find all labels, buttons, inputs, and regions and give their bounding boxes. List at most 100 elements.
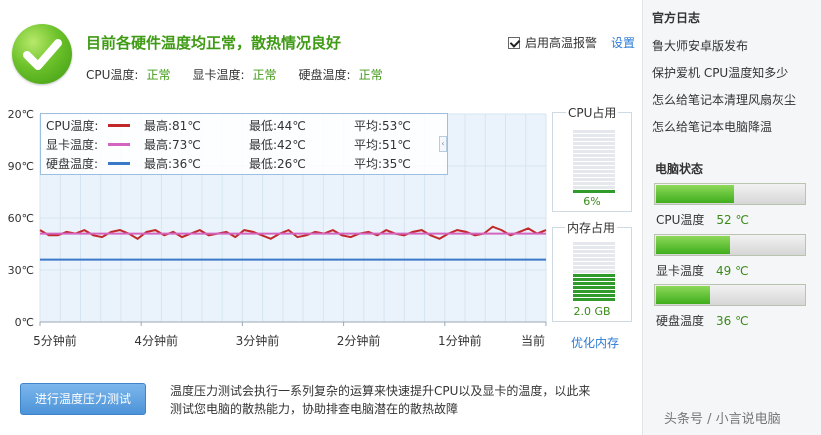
disk-temp-status-label: 硬盘温度 <box>656 314 705 328</box>
cpu-temp-status: 正常 <box>146 68 171 82</box>
alarm-label: 启用高温报警 <box>525 36 598 50</box>
gauge-segment <box>573 242 615 245</box>
disk-temp-status-row: 硬盘温度 36 ℃ <box>656 312 749 329</box>
gauge-segment <box>573 182 615 185</box>
gauge-segment <box>573 138 615 141</box>
gauge-segment <box>573 246 615 249</box>
cpu-temp-status-label: CPU温度 <box>656 213 705 227</box>
gauge-segment <box>573 130 615 133</box>
gauge-segment-lit <box>573 294 615 297</box>
disk-temp-bar-fill <box>656 286 710 304</box>
gauge-segment-lit <box>573 190 615 193</box>
alarm-checkbox[interactable] <box>508 36 520 49</box>
gauge-segment-lit <box>573 286 615 289</box>
gpu-temp-bar <box>654 234 806 256</box>
memory-usage-value: 2.0 GB <box>573 305 611 318</box>
settings-link[interactable]: 设置 <box>611 34 635 51</box>
temperature-panel: 目前各硬件温度均正常，散热情况良好 CPU温度: 正常 显卡温度: 正常 硬盘温… <box>0 0 642 435</box>
gpu-temp-bar-fill <box>656 236 730 254</box>
disk-temp-status: 正常 <box>358 68 383 82</box>
gauge-segment <box>573 150 615 153</box>
gauge-segment <box>573 266 615 269</box>
cpu-temp-status-row: CPU温度 52 ℃ <box>656 211 749 228</box>
y-tick-label: 90℃ <box>8 160 34 173</box>
gauge-segment <box>573 178 615 181</box>
legend-swatch <box>108 142 130 146</box>
gauge-segment <box>573 262 615 265</box>
legend-max: 最高:73℃ <box>144 137 201 152</box>
y-tick-label: 60℃ <box>8 212 34 225</box>
legend-avg: 平均:35℃ <box>354 156 411 171</box>
optimize-memory-link[interactable]: 优化内存 <box>571 334 619 351</box>
disk-temp-status-value: 36 ℃ <box>716 314 749 328</box>
gauge-segment <box>573 166 615 169</box>
gauge-segment <box>573 250 615 253</box>
legend-min: 最低:26℃ <box>249 156 306 171</box>
gauge-segment-lit <box>573 278 615 281</box>
legend-series-name: CPU温度: <box>46 118 99 133</box>
news-item[interactable]: 怎么给笔记本电脑降温 <box>652 118 772 135</box>
computer-status-title: 电脑状态 <box>655 162 704 176</box>
gauge-segment <box>573 186 615 189</box>
legend-swatch <box>108 161 130 165</box>
gauge-segment <box>573 170 615 173</box>
legend-min: 最低:44℃ <box>249 118 306 133</box>
cpu-temp-bar <box>654 183 806 205</box>
gpu-temp-status-label: 显卡温度 <box>656 264 705 278</box>
cpu-usage-title: CPU占用 <box>566 104 619 121</box>
chart-legend: ‹ CPU温度: 最高:81℃ 最低:44℃ 平均:53℃ 显卡温度: 最高:73℃ 最低:… <box>40 113 448 175</box>
gpu-temp-status-value: 49 ℃ <box>716 264 749 278</box>
gauge-segment <box>573 258 615 261</box>
watermark: 头条号 / 小言说电脑 <box>664 412 781 427</box>
stress-test-button[interactable]: 进行温度压力测试 <box>20 383 146 415</box>
legend-max: 最高:81℃ <box>144 118 201 133</box>
news-title: 官方日志 <box>652 11 701 25</box>
x-tick-label: 4分钟前 <box>134 333 178 348</box>
app-window: 目前各硬件温度均正常，散热情况良好 CPU温度: 正常 显卡温度: 正常 硬盘温… <box>0 0 821 435</box>
stress-desc-line2: 测试您电脑的散热能力，协助排查电脑潜在的散热故障 <box>170 402 459 416</box>
gpu-temp-label: 显卡温度: <box>192 68 245 82</box>
disk-temp-label: 硬盘温度: <box>298 68 351 82</box>
cpu-temp-status-value: 52 ℃ <box>716 213 749 227</box>
news-item[interactable]: 怎么给笔记本清理风扇灰尘 <box>652 91 796 108</box>
gauge-segment <box>573 154 615 157</box>
legend-max: 最高:36℃ <box>144 156 201 171</box>
memory-usage-title: 内存占用 <box>565 219 618 236</box>
gauge-segment <box>573 146 615 149</box>
x-tick-label: 当前 <box>521 333 545 348</box>
gauge-segment <box>573 158 615 161</box>
disk-temp-bar <box>654 284 806 306</box>
y-tick-label: 0℃ <box>15 316 34 329</box>
legend-collapse-button[interactable]: ‹ <box>439 136 447 152</box>
gauge-segment-lit <box>573 274 615 277</box>
high-temp-alarm-toggle[interactable]: 启用高温报警 <box>508 34 597 51</box>
sidebar: 官方日志 鲁大师安卓版发布 保护爱机 CPU温度知多少 怎么给笔记本清理风扇灰尘… <box>642 0 821 435</box>
gauge-segment-lit <box>573 282 615 285</box>
legend-avg: 平均:51℃ <box>354 137 411 152</box>
cpu-temp-bar-fill <box>656 185 734 203</box>
legend-swatch <box>108 123 130 127</box>
cpu-temp-label: CPU温度: <box>86 68 139 82</box>
cpu-usage-value: 6% <box>583 195 601 208</box>
gauge-segment <box>573 134 615 137</box>
legend-min: 最低:42℃ <box>249 137 306 152</box>
temperature-summary: CPU温度: 正常 显卡温度: 正常 硬盘温度: 正常 <box>86 66 405 83</box>
legend-series-name: 显卡温度: <box>46 137 99 152</box>
x-tick-label: 2分钟前 <box>337 333 381 348</box>
gauge-segment <box>573 174 615 177</box>
news-item[interactable]: 鲁大师安卓版发布 <box>652 37 748 54</box>
legend-row: 硬盘温度: 最高:36℃ 最低:26℃ 平均:35℃ <box>46 155 411 171</box>
gauge-segment <box>573 254 615 257</box>
gauge-segment <box>573 270 615 273</box>
legend-row: 显卡温度: 最高:73℃ 最低:42℃ 平均:51℃ <box>46 136 411 152</box>
check-status-icon <box>12 24 72 84</box>
x-tick-label: 3分钟前 <box>236 333 280 348</box>
stress-test-description: 温度压力测试会执行一系列复杂的运算来快速提升CPU以及显卡的温度，以此来 测试您… <box>170 382 630 418</box>
y-tick-label: 20℃ <box>8 108 34 121</box>
cpu-usage-gauge <box>573 130 615 193</box>
legend-row: CPU温度: 最高:81℃ 最低:44℃ 平均:53℃ <box>46 117 411 133</box>
memory-usage-gauge <box>573 242 615 301</box>
gauge-segment <box>573 142 615 145</box>
legend-series-name: 硬盘温度: <box>46 156 99 171</box>
news-item[interactable]: 保护爱机 CPU温度知多少 <box>652 64 788 81</box>
